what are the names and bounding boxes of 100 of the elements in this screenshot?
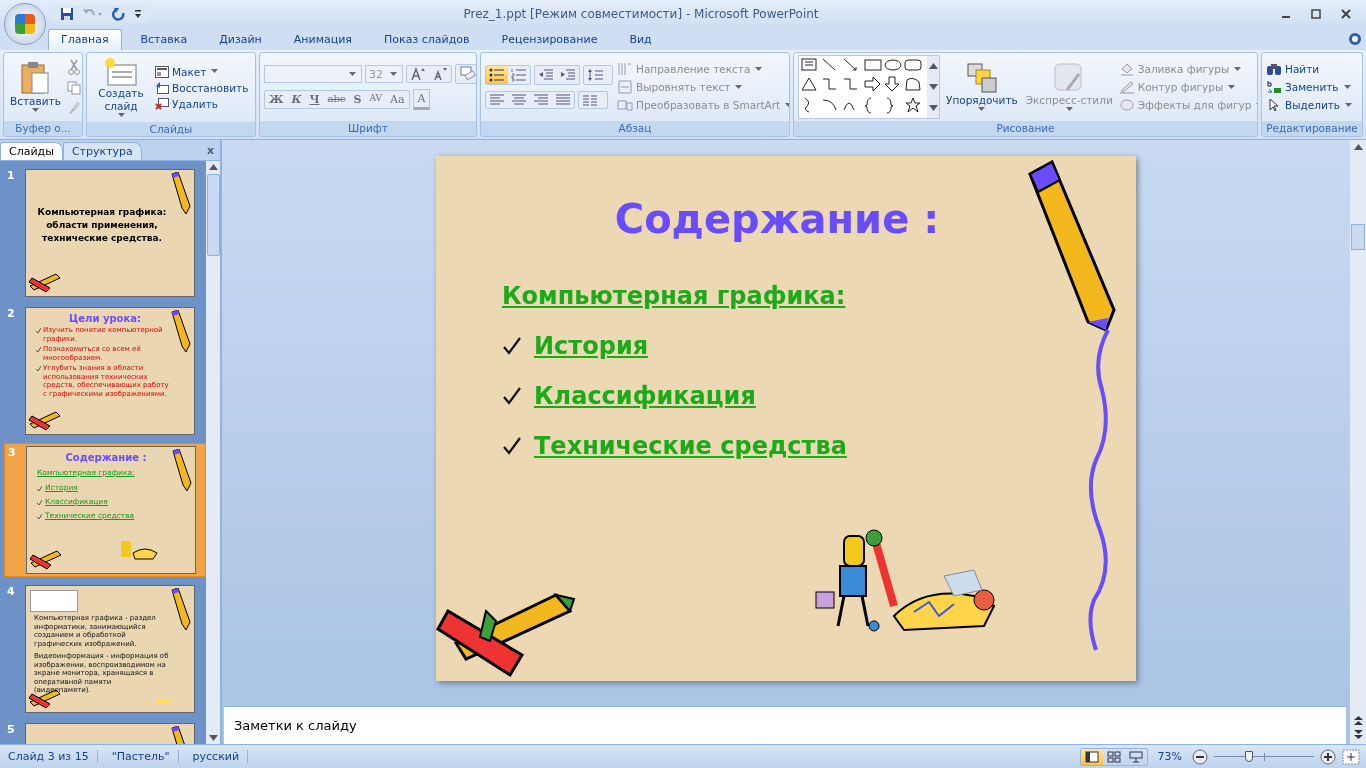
checkmark-icon <box>37 514 42 519</box>
arrange-icon <box>965 62 998 94</box>
effects-icon <box>1118 98 1135 112</box>
checkmark-icon <box>502 336 522 356</box>
zoom-slider-thumb[interactable] <box>1245 750 1253 762</box>
slide-title: Содержание : <box>64 452 148 463</box>
bullets-icon[interactable] <box>486 66 508 84</box>
clear-format-icon[interactable] <box>455 64 476 84</box>
ribbon-tab[interactable]: Вид <box>616 29 665 50</box>
layout-icon <box>155 65 169 78</box>
close-panel-button[interactable]: x <box>200 144 220 160</box>
slide-bullet: История <box>534 332 649 360</box>
checkmark-icon <box>502 386 522 406</box>
caret-icon <box>31 108 39 113</box>
reset-button[interactable]: Восстановить <box>155 81 249 94</box>
scroll-down-icon[interactable] <box>208 735 218 741</box>
new-slide-button[interactable]: Создать слайд <box>91 55 151 120</box>
slide-number: 3 <box>8 446 17 461</box>
maximize-icon[interactable] <box>1310 8 1322 20</box>
ribbon-tab[interactable]: Дизайн <box>206 29 275 50</box>
theme-name: "Пастель" <box>103 750 179 763</box>
caret-icon <box>211 69 219 74</box>
help-icon[interactable] <box>1348 32 1362 46</box>
scroll-down-icon[interactable] <box>928 84 938 90</box>
slide-subtitle: Компьютерная графика: <box>502 282 846 310</box>
previous-slide-icon[interactable] <box>1353 716 1363 726</box>
slide-title: Компьютерная графика: области применения, технические средства. <box>36 206 168 245</box>
ribbon-tab[interactable]: Рецензирование <box>488 29 611 50</box>
arrange-button[interactable]: Упорядочить <box>944 60 1020 114</box>
notes-field[interactable]: Заметки к слайду <box>224 706 1346 744</box>
paste-button[interactable]: Вставить <box>8 59 63 115</box>
delete-slide-button[interactable]: Удалить <box>155 97 249 110</box>
group-label: Шрифт <box>260 121 476 136</box>
zoom-level[interactable]: 73% <box>1157 750 1182 763</box>
scroll-up-icon[interactable] <box>208 164 218 170</box>
smartart-icon <box>617 98 633 112</box>
new-slide-icon <box>104 57 138 87</box>
caret-icon <box>978 107 986 112</box>
office-button[interactable] <box>4 3 46 45</box>
fill-bucket-icon <box>1118 62 1135 76</box>
slide-bullet: Классификация <box>534 382 756 410</box>
shapes-gallery[interactable] <box>798 55 940 119</box>
delete-slide-icon <box>155 97 169 110</box>
slide-thumbnail-row[interactable]: 1 Компьютерная графика: области применения, технические средства. <box>4 167 206 299</box>
caret-icon <box>349 71 356 77</box>
zoom-out-icon[interactable] <box>1192 748 1208 765</box>
scroll-down-icon[interactable] <box>928 104 938 111</box>
slide-counter: Слайд 3 из 15 <box>0 750 98 763</box>
find-button[interactable]: Найти <box>1266 62 1355 76</box>
group-label: Буфер о... <box>4 121 82 136</box>
caret-icon <box>1065 107 1073 112</box>
panel-tab[interactable]: Структура <box>62 142 142 160</box>
panel-tab[interactable]: Слайды <box>0 142 63 160</box>
pencil-outline-icon <box>1118 80 1135 94</box>
ribbon-tab[interactable]: Показ слайдов <box>371 29 483 50</box>
scroll-up-icon[interactable] <box>928 63 938 70</box>
save-icon[interactable] <box>60 7 74 21</box>
scroll-up-icon[interactable] <box>1353 144 1363 150</box>
redo-icon[interactable] <box>112 7 126 21</box>
select-button[interactable]: Выделить <box>1266 98 1355 112</box>
panel-scrollbar[interactable] <box>206 161 220 744</box>
ribbon-tab[interactable]: Вставка <box>127 29 201 50</box>
scroll-thumb[interactable] <box>206 174 220 256</box>
fit-to-window-icon[interactable] <box>1342 748 1360 765</box>
text-direction-icon <box>617 62 633 76</box>
slide-scrollbar[interactable] <box>1350 140 1366 744</box>
scroll-thumb[interactable] <box>1351 224 1365 250</box>
caret-icon <box>1228 84 1236 90</box>
slide-number: 1 <box>7 169 16 184</box>
cut-icon[interactable] <box>66 59 81 75</box>
window-title: Prez_1.ppt [Режим совместимости] - Microsoft PowerPoint <box>462 7 820 21</box>
customize-arrow-icon[interactable] <box>134 9 142 19</box>
clipart-drawing <box>119 539 159 561</box>
caret-icon <box>755 66 763 72</box>
slide-number: 2 <box>7 307 16 322</box>
checkmark-icon <box>37 486 42 491</box>
normal-view-icon[interactable] <box>1080 748 1103 765</box>
checkmark-icon <box>36 328 41 333</box>
layout-button[interactable]: Макет <box>155 65 249 78</box>
caret-icon <box>1345 102 1353 108</box>
clipboard-icon <box>20 61 51 95</box>
close-icon[interactable] <box>1340 8 1352 20</box>
checkmark-icon <box>37 500 42 505</box>
next-slide-icon[interactable] <box>1353 730 1363 740</box>
group-label: Абзац <box>481 121 789 136</box>
checkmark-icon <box>36 366 41 371</box>
binoculars-icon <box>1266 62 1282 76</box>
slide-bullet: Технические средства <box>534 432 847 460</box>
group-label: Слайды <box>87 122 255 136</box>
slide-title: Содержание : <box>613 196 941 242</box>
ribbon-tab[interactable]: Главная <box>48 29 122 50</box>
language-indicator[interactable]: русский <box>184 750 249 763</box>
zoom-in-icon[interactable] <box>1320 748 1336 765</box>
caret-icon <box>1234 66 1242 72</box>
group-label: Рисование <box>794 121 1257 136</box>
caret-icon <box>390 71 397 77</box>
checkmark-icon <box>36 347 41 352</box>
ribbon-tab[interactable]: Анимация <box>280 29 365 50</box>
replace-button[interactable]: Заменить <box>1266 80 1355 94</box>
font-name-field[interactable] <box>264 65 362 83</box>
